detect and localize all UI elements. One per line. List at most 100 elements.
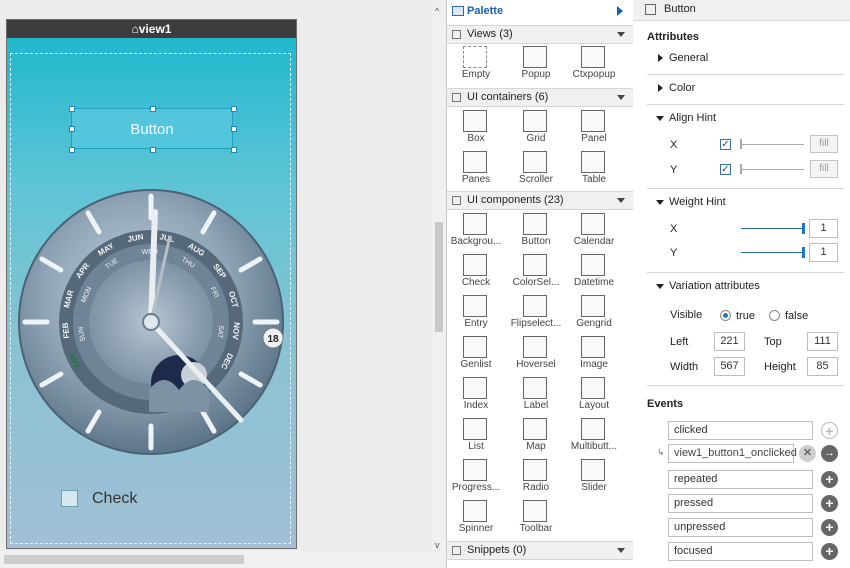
palette-section-ui-components[interactable]: UI components (23)	[447, 191, 633, 210]
palette-section-ui-containers[interactable]: UI containers (6)	[447, 88, 633, 107]
align-hint-group[interactable]: Align Hint	[669, 112, 716, 124]
width-input[interactable]: 567	[714, 357, 745, 376]
align-x-fill-button[interactable]: fill	[810, 135, 838, 153]
palette-item[interactable]: Label	[507, 375, 565, 415]
palette-item[interactable]: Calendar	[565, 211, 623, 251]
weight-x-slider[interactable]	[741, 228, 805, 229]
palette-item[interactable]: Layout	[565, 375, 623, 415]
weight-x-slider-knob[interactable]	[802, 223, 805, 234]
palette-item[interactable]: Entry	[447, 293, 505, 333]
scroll-up-icon[interactable]: ^	[435, 6, 439, 16]
expand-general-icon[interactable]	[658, 54, 663, 62]
palette-item[interactable]: Image	[565, 334, 623, 374]
resize-handle[interactable]	[69, 106, 75, 112]
height-input[interactable]: 85	[807, 357, 838, 376]
align-x-slider-knob[interactable]	[740, 139, 742, 149]
variation-attributes-group[interactable]: Variation attributes	[669, 280, 760, 292]
resize-handle[interactable]	[150, 147, 156, 153]
weight-y-slider-knob[interactable]	[802, 247, 805, 258]
top-input[interactable]: 111	[807, 332, 838, 351]
left-label: Left	[670, 336, 689, 348]
palette-item[interactable]: Hoversel	[507, 334, 565, 374]
palette-item[interactable]: Slider	[565, 457, 623, 497]
weight-y-slider[interactable]	[741, 252, 805, 253]
align-y-fill-button[interactable]: fill	[810, 160, 838, 178]
resize-handle[interactable]	[231, 126, 237, 132]
palette-section-snippets[interactable]: Snippets (0)	[447, 541, 633, 560]
palette-item[interactable]: ColorSel...	[507, 252, 565, 292]
palette-item[interactable]: Toolbar	[507, 498, 565, 538]
left-input[interactable]: 221	[714, 332, 745, 351]
visible-true-radio[interactable]	[720, 310, 731, 321]
palette-item[interactable]: Backgrou...	[447, 211, 505, 251]
palette-item[interactable]: Spinner	[447, 498, 505, 538]
palette-item[interactable]: Button	[507, 211, 565, 251]
palette-item[interactable]: Box	[447, 108, 505, 148]
palette-item[interactable]: Scroller	[507, 149, 565, 189]
palette-item[interactable]: Ctxpopup	[565, 44, 623, 84]
align-x-checkbox[interactable]: ✓	[720, 139, 731, 150]
vertical-scrollbar[interactable]: ^ v	[432, 0, 446, 568]
add-handler-icon[interactable]: +	[821, 543, 838, 560]
align-y-slider[interactable]	[740, 169, 804, 170]
weight-y-input[interactable]: 1	[809, 243, 838, 262]
palette-item[interactable]: Empty	[447, 44, 505, 84]
palette-item[interactable]: List	[447, 416, 505, 456]
expand-color-icon[interactable]	[658, 84, 663, 92]
resize-handle[interactable]	[69, 147, 75, 153]
general-group[interactable]: General	[669, 52, 708, 64]
palette-item-icon	[463, 336, 487, 358]
resize-handle[interactable]	[231, 147, 237, 153]
palette-item[interactable]: Table	[565, 149, 623, 189]
palette-item[interactable]: Progress...	[447, 457, 505, 497]
horizontal-scrollbar[interactable]	[0, 551, 432, 568]
palette-item[interactable]: Panes	[447, 149, 505, 189]
color-group[interactable]: Color	[669, 82, 695, 94]
add-handler-icon[interactable]: +	[821, 495, 838, 512]
event-pressed[interactable]: pressed	[668, 494, 813, 513]
align-y-slider-knob[interactable]	[740, 164, 742, 174]
remove-handler-icon[interactable]: ✕	[799, 445, 816, 462]
collapse-align-hint-icon[interactable]	[656, 116, 664, 121]
palette-item[interactable]: Grid	[507, 108, 565, 148]
scroll-down-icon[interactable]: v	[435, 540, 440, 550]
event-focused[interactable]: focused	[668, 542, 813, 561]
palette-item[interactable]: Map	[507, 416, 565, 456]
event-repeated[interactable]: repeated	[668, 470, 813, 489]
add-handler-icon[interactable]: +	[821, 519, 838, 536]
visible-false-radio[interactable]	[769, 310, 780, 321]
event-unpressed[interactable]: unpressed	[668, 518, 813, 537]
palette-item[interactable]: Panel	[565, 108, 623, 148]
event-clicked[interactable]: clicked	[668, 421, 813, 440]
event-clicked-handler[interactable]: view1_button1_onclicked	[668, 444, 797, 463]
horizontal-scroll-thumb[interactable]	[4, 555, 244, 564]
design-canvas[interactable]: ⌂view1 Button JAN FEB MAR APR MAY JUN JU…	[0, 0, 433, 568]
palette-item[interactable]: Gengrid	[565, 293, 623, 333]
palette-item[interactable]: Check	[447, 252, 505, 292]
resize-handle[interactable]	[231, 106, 237, 112]
palette-item[interactable]: Popup	[507, 44, 565, 84]
align-x-slider[interactable]	[740, 144, 804, 145]
palette-item[interactable]: Flipselect...	[507, 293, 565, 333]
palette-item[interactable]: Datetime	[565, 252, 623, 292]
add-handler-icon[interactable]: +	[821, 471, 838, 488]
vertical-scroll-thumb[interactable]	[435, 222, 443, 332]
align-y-checkbox[interactable]: ✓	[720, 164, 731, 175]
weight-hint-group[interactable]: Weight Hint	[669, 196, 726, 208]
weight-x-input[interactable]: 1	[809, 219, 838, 238]
palette-expand-icon[interactable]	[617, 6, 623, 16]
goto-handler-icon[interactable]: →	[821, 445, 838, 462]
palette-item[interactable]: Radio	[507, 457, 565, 497]
palette-item[interactable]: Multibutt...	[565, 416, 623, 456]
resize-handle[interactable]	[150, 106, 156, 112]
palette-item[interactable]: Index	[447, 375, 505, 415]
view-frame[interactable]: ⌂view1 Button JAN FEB MAR APR MAY JUN JU…	[6, 19, 297, 549]
collapse-variation-icon[interactable]	[656, 284, 664, 289]
palette-section-views[interactable]: Views (3)	[447, 25, 633, 44]
palette-item-icon	[463, 500, 487, 522]
palette-item[interactable]: Genlist	[447, 334, 505, 374]
button-widget[interactable]: Button	[69, 106, 237, 153]
collapse-weight-hint-icon[interactable]	[656, 200, 664, 205]
check-widget-box[interactable]	[61, 490, 78, 507]
resize-handle[interactable]	[69, 126, 75, 132]
